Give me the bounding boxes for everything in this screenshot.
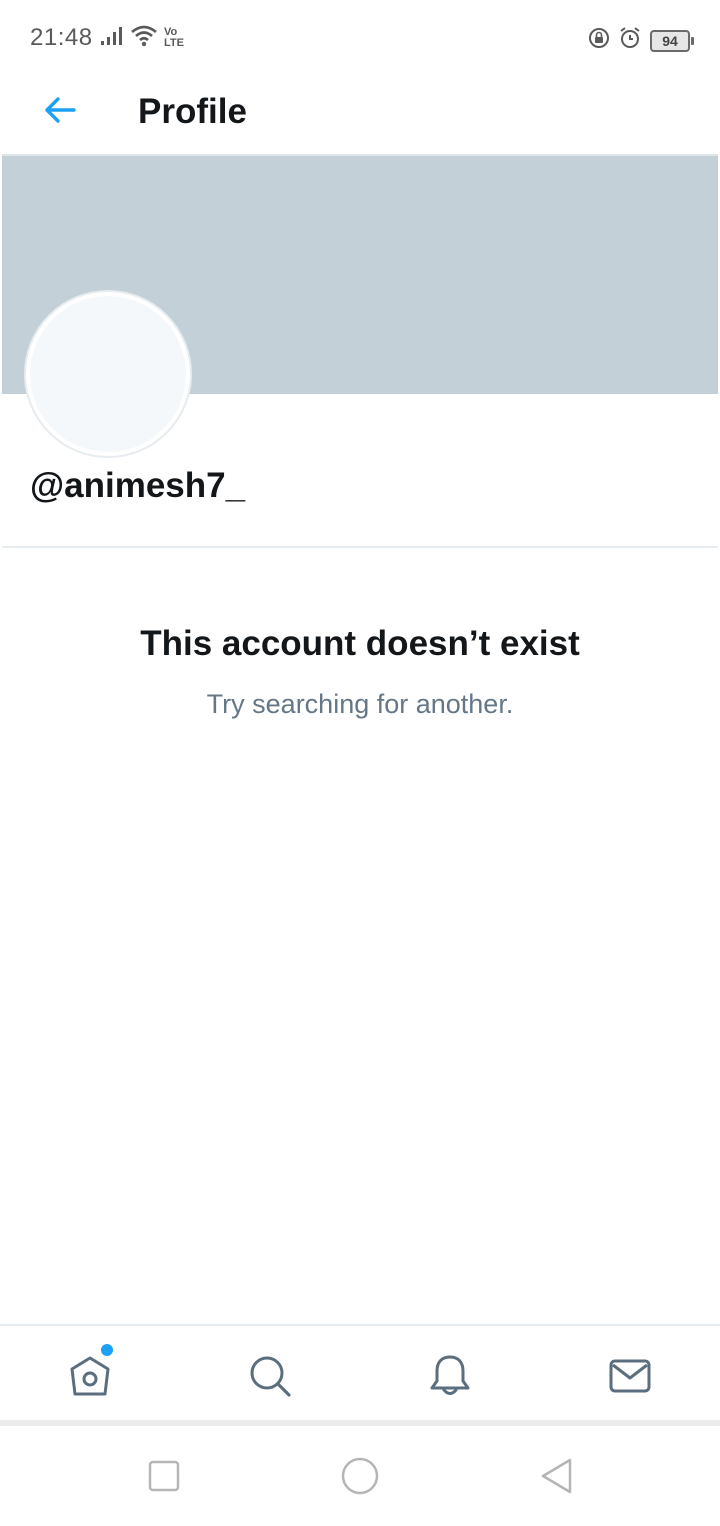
empty-state-subtitle: Try searching for another. — [206, 689, 514, 719]
avatar — [26, 292, 190, 456]
nav-search[interactable] — [240, 1348, 300, 1408]
battery-icon: 94 — [650, 29, 694, 52]
status-left-icons: Vo LTE — [100, 24, 188, 52]
wifi-icon — [130, 25, 158, 52]
signal-icon — [100, 26, 124, 51]
recents-icon — [147, 1459, 181, 1498]
empty-state-title: This account doesn’t exist — [140, 624, 580, 663]
mail-icon — [607, 1353, 653, 1404]
bell-icon — [427, 1353, 473, 1404]
home-icon — [67, 1353, 113, 1404]
arrow-left-icon — [42, 95, 78, 130]
search-icon — [247, 1353, 293, 1404]
back-button[interactable] — [36, 86, 84, 138]
status-bar: 21:48 Vo LTE 94 — [0, 0, 720, 76]
back-triangle-icon — [538, 1457, 574, 1500]
page-title: Profile — [138, 92, 247, 131]
rotation-lock-icon — [588, 27, 610, 54]
system-home-button[interactable] — [338, 1456, 382, 1500]
home-circle-icon — [340, 1456, 380, 1501]
nav-notifications[interactable] — [420, 1348, 480, 1408]
system-nav-bar — [0, 1420, 720, 1526]
nav-messages[interactable] — [600, 1348, 660, 1408]
nav-home[interactable] — [60, 1348, 120, 1408]
alarm-icon — [618, 26, 642, 55]
status-time: 21:48 — [30, 24, 93, 51]
bottom-nav — [0, 1324, 720, 1422]
recents-button[interactable] — [142, 1456, 186, 1500]
divider — [2, 546, 718, 548]
battery-level: 94 — [662, 32, 678, 49]
volte-icon: Vo LTE — [164, 26, 184, 49]
app-header: Profile — [0, 76, 720, 154]
profile-handle: @animesh7_ — [30, 466, 246, 505]
status-right-icons: 94 — [588, 26, 694, 55]
home-notification-dot — [101, 1344, 113, 1356]
system-back-button[interactable] — [534, 1456, 578, 1500]
